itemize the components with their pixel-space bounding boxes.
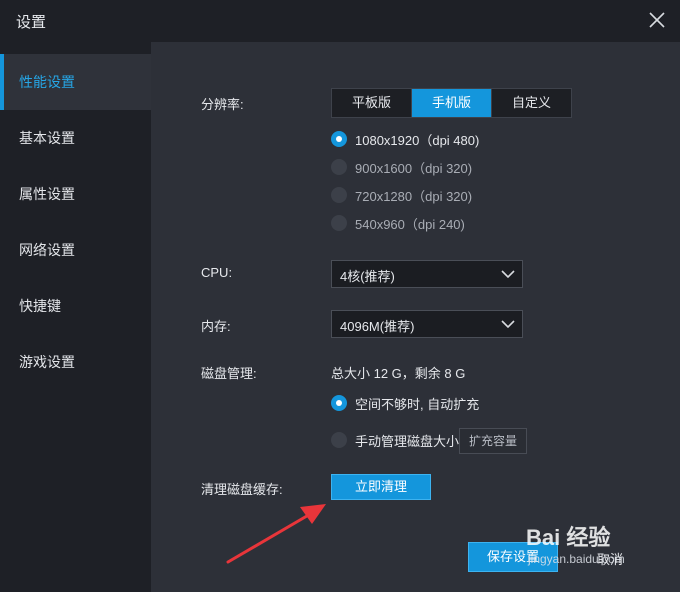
sidebar-item-game[interactable]: 游戏设置 [0,334,151,390]
sidebar-item-network[interactable]: 网络设置 [0,222,151,278]
radio-checked-icon [331,395,347,411]
disk-manual-option[interactable]: 手动管理磁盘大小 [331,431,459,449]
resolution-option-label: 540x960（dpi 240) [355,216,465,232]
baidu-jingyan-watermark: Bai 经验 jingyan.baidu.com [526,520,646,570]
chevron-down-icon [501,320,515,329]
radio-icon [331,187,347,203]
chevron-down-icon [501,270,515,279]
resolution-option-900[interactable]: 900x1600（dpi 320) [331,158,472,176]
radio-icon [331,432,347,448]
watermark-logo: Bai 经验 [526,525,611,550]
resolution-option-720[interactable]: 720x1280（dpi 320) [331,186,472,204]
resolution-mode-tabs: 平板版 手机版 自定义 [331,88,572,118]
watermark-url: jingyan.baidu.com [528,552,625,566]
resolution-option-540[interactable]: 540x960（dpi 240) [331,214,465,232]
cpu-label: CPU: [201,265,233,280]
sidebar-item-properties[interactable]: 属性设置 [0,166,151,222]
resolution-option-label: 720x1280（dpi 320) [355,188,473,204]
sidebar-item-basic[interactable]: 基本设置 [0,110,151,166]
radio-checked-icon [331,131,347,147]
memory-select[interactable]: 4096M(推荐) [331,310,523,338]
tab-phone[interactable]: 手机版 [412,89,492,117]
memory-label: 内存: [201,319,231,334]
tab-custom[interactable]: 自定义 [492,89,571,117]
radio-icon [331,215,347,231]
window-title: 设置 [16,14,47,31]
clear-now-button[interactable]: 立即清理 [331,474,431,500]
sidebar-item-performance[interactable]: 性能设置 [0,54,151,110]
cpu-select[interactable]: 4核(推荐) [331,260,523,288]
tab-tablet[interactable]: 平板版 [332,89,412,117]
title-bar: 设置 [0,0,680,42]
close-icon[interactable] [646,9,668,31]
disk-size-info: 总大小 12 G，剩余 8 G [331,366,466,381]
resolution-label: 分辨率: [201,97,244,112]
memory-select-value: 4096M(推荐) [340,319,415,334]
radio-icon [331,159,347,175]
resolution-option-1080[interactable]: 1080x1920（dpi 480) [331,130,479,148]
disk-manual-label: 手动管理磁盘大小 [355,433,460,449]
clear-cache-label: 清理磁盘缓存: [201,482,283,497]
sidebar: 性能设置 基本设置 属性设置 网络设置 快捷键 游戏设置 [0,42,151,592]
disk-label: 磁盘管理: [201,366,257,381]
resolution-option-label: 1080x1920（dpi 480) [355,132,480,148]
cpu-select-value: 4核(推荐) [340,269,395,284]
resolution-option-label: 900x1600（dpi 320) [355,160,473,176]
disk-auto-expand-option[interactable]: 空间不够时, 自动扩充 [331,394,479,412]
settings-panel: 分辨率: 平板版 手机版 自定义 1080x1920（dpi 480) 900x… [151,42,680,592]
expand-capacity-button[interactable]: 扩充容量 [459,428,527,454]
sidebar-item-shortcuts[interactable]: 快捷键 [0,278,151,334]
disk-auto-expand-label: 空间不够时, 自动扩充 [355,396,480,412]
